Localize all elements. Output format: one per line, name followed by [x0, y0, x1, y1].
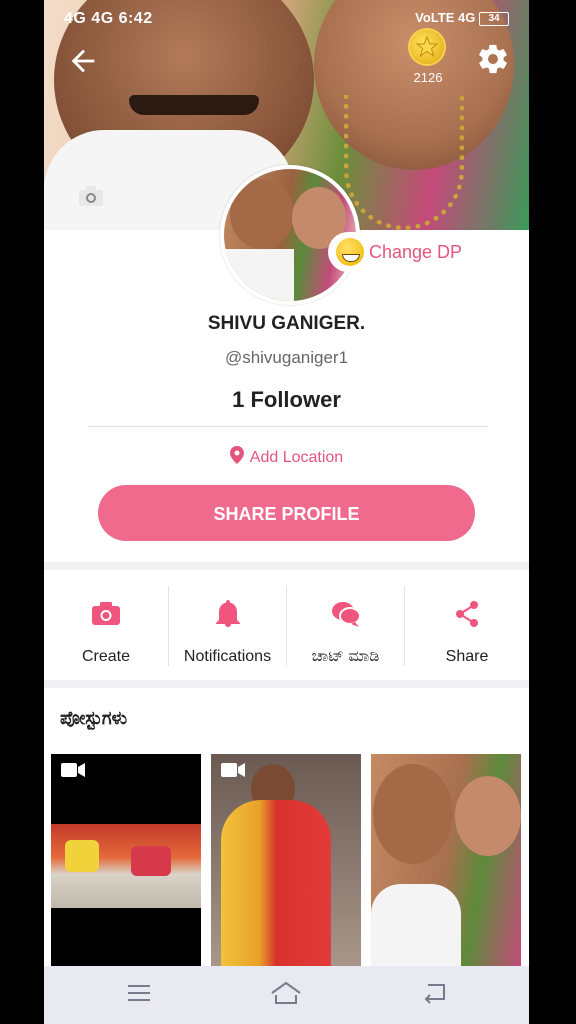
action-label: Create — [81, 648, 131, 665]
system-nav-bar — [44, 966, 529, 1024]
post-face — [455, 776, 521, 856]
share-profile-button[interactable]: SHARE PROFILE — [98, 485, 475, 541]
post-thumbnail[interactable] — [371, 754, 521, 968]
profile-name: SHIVU GANIGER. — [207, 313, 366, 334]
coin-icon[interactable] — [410, 30, 444, 64]
followers-count[interactable]: 1 Follower — [44, 387, 529, 413]
battery-icon: 34 — [479, 11, 509, 26]
action-bar: Create Notifications ಚಾಟ್ ಮಾಡಿ Share — [44, 570, 529, 680]
divider — [88, 426, 488, 427]
chat-button[interactable]: ಚಾಟ್ ಮಾಡಿ — [287, 570, 404, 680]
action-label: Notifications — [183, 648, 272, 665]
menu-icon[interactable] — [127, 981, 151, 1005]
grin-emoji-icon — [336, 238, 364, 266]
status-left: 4G 4G 6:42 — [64, 10, 153, 27]
post-dress — [221, 800, 331, 968]
status-right: VoLTE 4G 34 — [415, 10, 509, 26]
gear-icon[interactable] — [476, 42, 510, 76]
network-label: VoLTE 4G — [415, 10, 476, 25]
cover-camera-icon[interactable] — [78, 184, 104, 208]
location-pin-icon — [229, 446, 244, 464]
post-image — [51, 824, 201, 908]
profile-screen: 4G 4G 6:42 VoLTE 4G 34 2126 SHIVU GANIGE… — [44, 0, 529, 1024]
create-button[interactable]: Create — [44, 570, 168, 680]
change-dp-label: Change DP — [369, 242, 463, 262]
posts-section: ಪೋಸ್ಟುಗಳು — [44, 688, 529, 968]
share-icon — [456, 601, 478, 627]
action-label: Share — [445, 648, 489, 665]
cover-detail — [129, 95, 259, 115]
cover-necklace — [344, 95, 464, 230]
post-shirt — [371, 884, 461, 968]
video-icon — [61, 763, 85, 777]
add-location-link[interactable]: Add Location — [44, 446, 529, 467]
home-icon[interactable] — [270, 981, 302, 1007]
profile-handle: @shivuganiger1 — [224, 348, 349, 367]
post-thumbnail[interactable] — [51, 754, 201, 968]
posts-title: ಪೋಸ್ಟುಗಳು — [60, 708, 128, 728]
bell-icon — [215, 600, 240, 627]
post-thumbnail[interactable] — [211, 754, 361, 968]
change-dp-button[interactable]: Change DP — [328, 232, 468, 272]
camera-icon — [92, 602, 120, 625]
avatar-shirt — [224, 249, 294, 301]
status-bar: 4G 4G 6:42 VoLTE 4G 34 — [44, 0, 529, 40]
coin-count: 2126 — [413, 70, 443, 85]
video-icon — [221, 763, 245, 777]
action-label: ಚಾಟ್ ಮಾಡಿ — [311, 648, 380, 665]
post-image — [373, 764, 453, 864]
chat-icon — [331, 602, 361, 627]
add-location-label: Add Location — [249, 449, 344, 466]
back-arrow-icon[interactable] — [66, 44, 100, 78]
back-icon[interactable] — [422, 981, 448, 1005]
share-button[interactable]: Share — [405, 570, 529, 680]
notifications-button[interactable]: Notifications — [169, 570, 286, 680]
avatar-face-left — [230, 179, 294, 249]
